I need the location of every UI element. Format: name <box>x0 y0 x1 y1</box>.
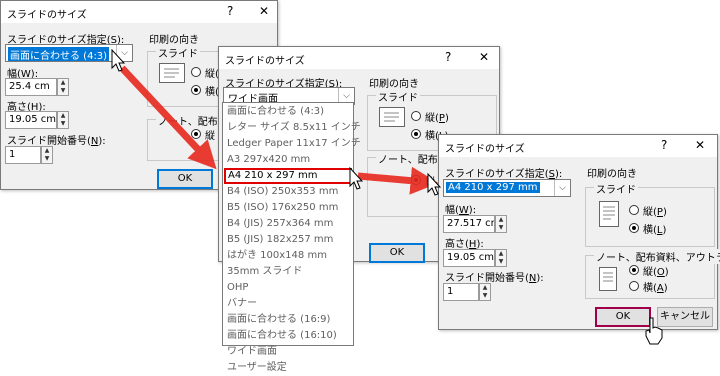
start-number-spinner[interactable]: ▲ ▼ <box>41 146 53 164</box>
list-item[interactable]: 画面に合わせる (16:9) <box>223 312 353 328</box>
slide-group-title: スライド <box>594 181 638 196</box>
list-item[interactable]: レター サイズ 8.5x11 インチ <box>223 120 361 136</box>
slide-size-label: スライドのサイズ指定(S): <box>445 169 563 180</box>
spin-down-icon[interactable]: ▼ <box>496 258 506 266</box>
spin-down-icon[interactable]: ▼ <box>58 120 68 128</box>
title-bar: スライドのサイズ ? ✕ <box>439 135 717 157</box>
slide-landscape-label: 横(L) <box>643 225 667 236</box>
width-input[interactable]: 27.517 cm <box>443 215 495 233</box>
start-number-input[interactable]: 1 <box>443 283 479 301</box>
spin-up-icon[interactable]: ▲ <box>58 112 68 120</box>
title-bar: スライドのサイズ ? ✕ <box>1 1 277 23</box>
notes-portrait-label: 縦(O) <box>643 267 669 278</box>
slide-group-title: スライド <box>156 45 200 60</box>
start-number-input[interactable]: 1 <box>5 146 41 164</box>
orientation-title: 印刷の向き <box>149 35 199 46</box>
help-button[interactable]: ? <box>227 4 233 18</box>
close-button[interactable]: ✕ <box>695 138 705 152</box>
slide-size-select[interactable]: A4 210 x 297 mm ⌵ <box>443 179 571 197</box>
notes-landscape-label: 横(A) <box>643 283 668 294</box>
list-item[interactable]: はがき 100x148 mm <box>223 248 353 264</box>
notes-landscape-radio[interactable] <box>629 281 639 291</box>
spin-down-icon[interactable]: ▼ <box>496 224 506 232</box>
chevron-down-icon[interactable]: ⌵ <box>554 180 570 196</box>
list-item[interactable]: ワイド画面 <box>223 344 353 360</box>
list-item-selected[interactable]: A4 210 x 297 mm <box>224 168 352 184</box>
width-input[interactable]: 25.4 cm <box>5 78 57 96</box>
chevron-down-icon[interactable]: ⌵ <box>116 45 132 61</box>
close-button[interactable]: ✕ <box>259 4 269 18</box>
list-item[interactable]: 画面に合わせる (16:10) <box>223 328 353 344</box>
slide-portrait-radio[interactable] <box>629 205 639 215</box>
slide-landscape-radio[interactable] <box>629 223 639 233</box>
spin-down-icon[interactable]: ▼ <box>58 87 68 95</box>
width-spinner[interactable]: ▲ ▼ <box>495 215 507 233</box>
page-portrait-icon <box>599 201 619 227</box>
page-landscape-icon <box>379 107 405 127</box>
height-input[interactable]: 19.05 cm <box>443 249 495 267</box>
slide-portrait-label: 縦(P) <box>425 113 449 124</box>
slide-group-title: スライド <box>376 89 420 104</box>
notes-portrait-label: 縦 <box>425 177 435 188</box>
dialog-title: スライドのサイズ <box>225 56 305 67</box>
slide-portrait-label: 縦(P) <box>643 207 667 218</box>
spin-up-icon[interactable]: ▲ <box>42 147 52 155</box>
page-portrait-icon <box>599 267 617 291</box>
ok-button[interactable]: OK <box>369 243 425 263</box>
list-item[interactable]: A3 297x420 mm <box>223 152 353 168</box>
list-item[interactable]: バナー <box>223 296 353 312</box>
width-spinner[interactable]: ▲ ▼ <box>57 78 69 96</box>
notes-portrait-radio[interactable] <box>411 175 421 185</box>
height-spinner[interactable]: ▲ ▼ <box>57 111 69 129</box>
spin-down-icon[interactable]: ▼ <box>42 155 52 163</box>
notes-portrait-radio[interactable] <box>191 129 201 139</box>
slide-size-dropdown-list[interactable]: 画面に合わせる (4:3) レター サイズ 8.5x11 インチ Ledger Pa… <box>222 102 361 373</box>
width-label: 幅(W): <box>445 205 477 216</box>
height-spinner[interactable]: ▲ ▼ <box>495 249 507 267</box>
list-item[interactable]: B4 (JIS) 257x364 mm <box>223 216 353 232</box>
spin-up-icon[interactable]: ▲ <box>496 216 506 224</box>
slide-landscape-radio[interactable] <box>191 85 201 95</box>
slide-portrait-radio[interactable] <box>411 111 421 121</box>
close-button[interactable]: ✕ <box>479 50 489 64</box>
ok-button[interactable]: OK <box>595 307 651 327</box>
notes-group-title: ノート、配布資料、アウトライン <box>594 249 720 264</box>
list-item[interactable]: 35mm スライド <box>223 264 353 280</box>
dialog-title: スライドのサイズ <box>7 10 87 21</box>
spin-up-icon[interactable]: ▲ <box>58 79 68 87</box>
start-number-label: スライド開始番号(N): <box>7 136 106 147</box>
help-button[interactable]: ? <box>661 138 667 152</box>
height-input[interactable]: 19.05 cm <box>5 111 57 129</box>
list-item[interactable]: B5 (ISO) 176x250 mm <box>223 200 353 216</box>
list-item[interactable]: B5 (JIS) 182x257 mm <box>223 232 353 248</box>
start-number-spinner[interactable]: ▲ ▼ <box>479 283 491 301</box>
slide-size-value: 画面に合わせる (4:3) <box>8 47 110 61</box>
help-button[interactable]: ? <box>445 50 451 64</box>
start-number-label: スライド開始番号(N): <box>445 273 544 284</box>
list-item[interactable]: B4 (ISO) 250x353 mm <box>223 184 353 200</box>
orientation-title: 印刷の向き <box>587 169 637 180</box>
dialog-title: スライドのサイズ <box>445 144 525 155</box>
notes-portrait-radio[interactable] <box>629 265 639 275</box>
height-label: 高さ(H): <box>445 239 484 250</box>
slide-size-value: A4 210 x 297 mm <box>446 182 540 193</box>
list-item[interactable]: OHP <box>223 280 353 296</box>
ok-button[interactable]: OK <box>157 169 213 189</box>
slide-landscape-radio[interactable] <box>411 129 421 139</box>
title-bar: スライドのサイズ ? ✕ <box>219 47 499 69</box>
page-landscape-icon <box>159 63 185 83</box>
slide-size-select[interactable]: 画面に合わせる (4:3) ⌵ <box>5 44 133 62</box>
list-item[interactable]: ユーザー設定 <box>223 360 353 376</box>
slide-portrait-radio[interactable] <box>191 67 201 77</box>
list-item[interactable]: Ledger Paper 11x17 インチ <box>223 136 361 152</box>
spin-up-icon[interactable]: ▲ <box>480 284 490 292</box>
list-item[interactable]: 画面に合わせる (4:3) <box>223 104 353 120</box>
cancel-button[interactable]: キャンセル <box>657 307 713 327</box>
notes-portrait-label: 縦 <box>205 131 215 142</box>
spin-up-icon[interactable]: ▲ <box>496 250 506 258</box>
slide-size-dialog-3: スライドのサイズ ? ✕ スライドのサイズ指定(S): A4 210 x 297… <box>438 134 720 330</box>
spin-down-icon[interactable]: ▼ <box>480 292 490 300</box>
orientation-title: 印刷の向き <box>369 79 419 90</box>
